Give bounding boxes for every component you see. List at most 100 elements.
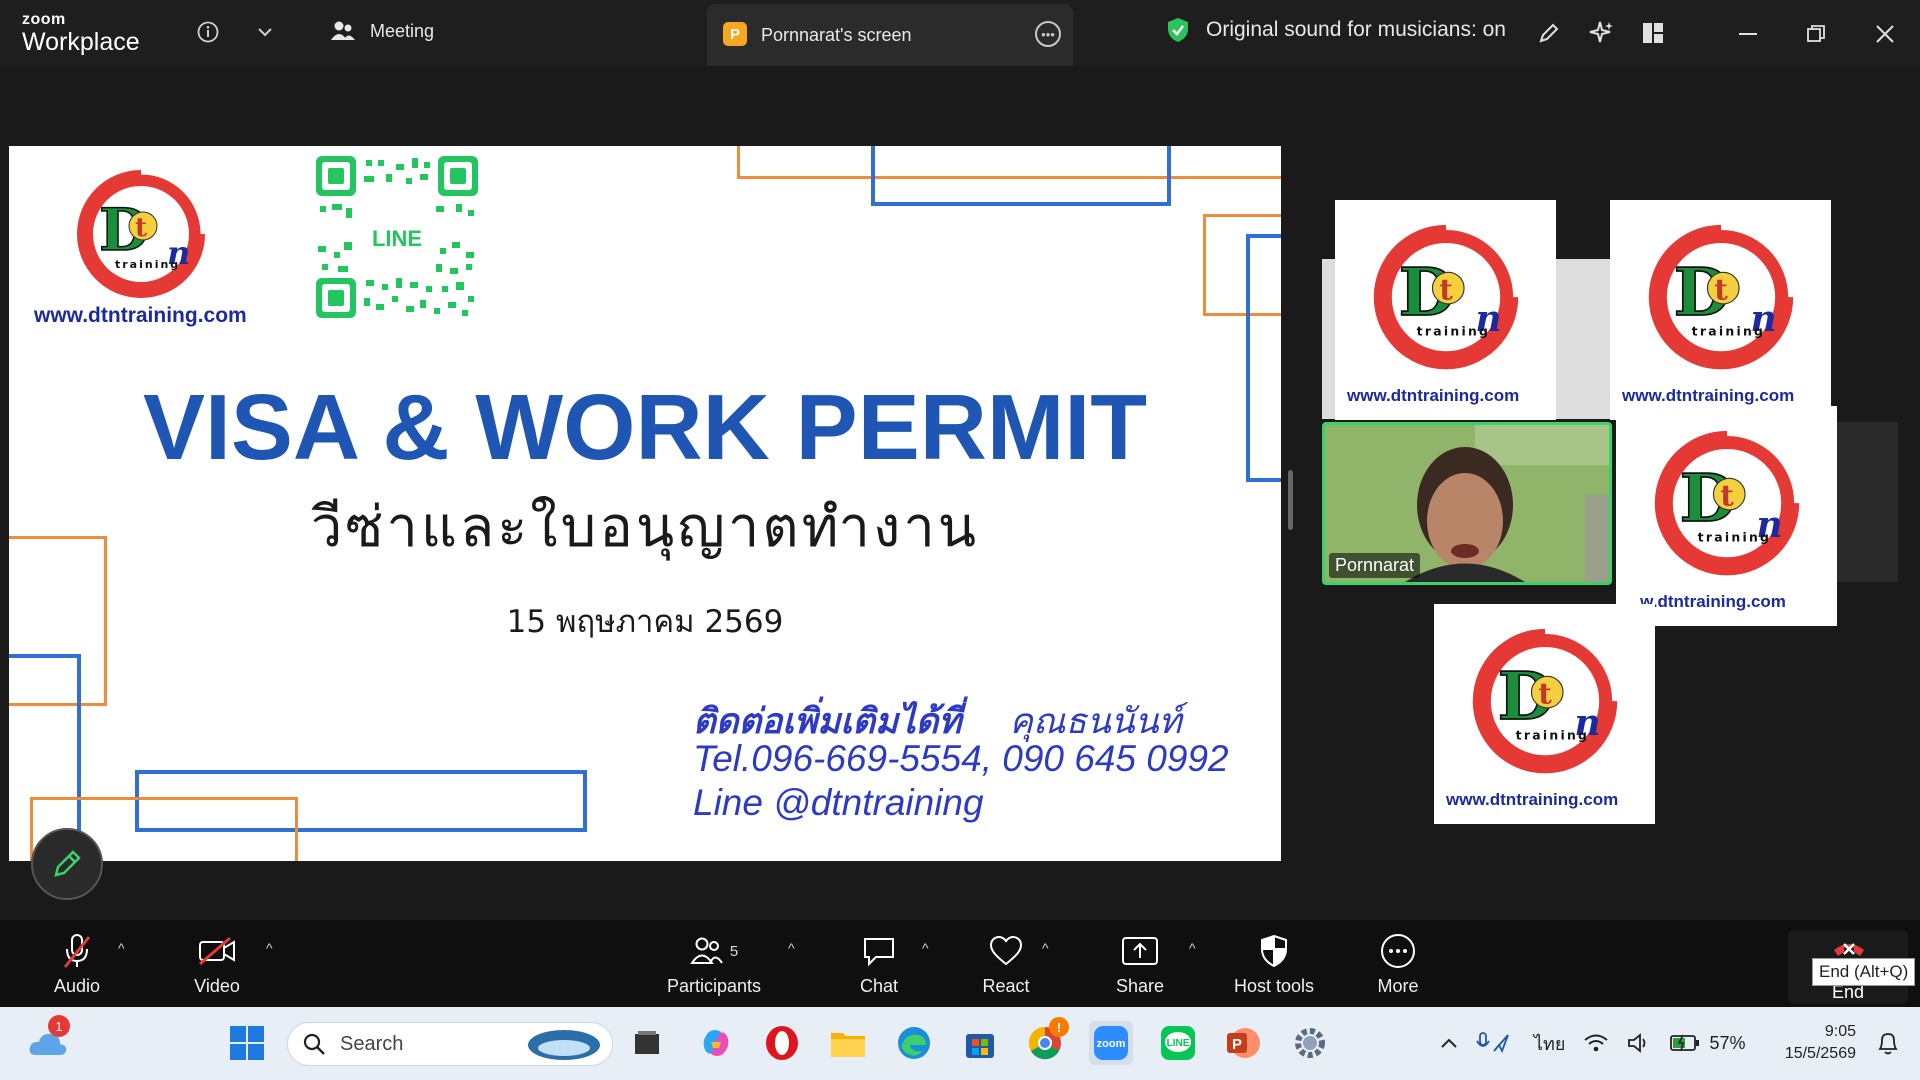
dtn-logo: D t n training	[77, 165, 210, 298]
react-label: React	[982, 976, 1030, 996]
share-options-caret-icon[interactable]: ^	[1189, 940, 1196, 956]
chevron-down-icon[interactable]	[249, 16, 281, 48]
dtn-logo: D t n training	[1648, 219, 1799, 370]
copilot-icon[interactable]	[694, 1021, 738, 1065]
annotate-button[interactable]	[31, 828, 103, 900]
zoom-taskbar-icon[interactable]: zoom	[1089, 1021, 1133, 1065]
weather-widget[interactable]: 1	[26, 1015, 70, 1065]
ai-companion-icon[interactable]	[1582, 14, 1620, 52]
people-icon	[331, 21, 355, 40]
share-label: Share	[1115, 976, 1165, 996]
svg-text:t: t	[1720, 477, 1734, 512]
close-icon[interactable]	[1868, 18, 1902, 50]
windows-taskbar: 1 Search ! zoom LINE P ไทย 57% 9:05 15/5…	[0, 1007, 1920, 1080]
notification-bell-icon[interactable]	[1866, 1021, 1910, 1065]
more-dots-icon	[1381, 934, 1415, 968]
chat-label: Chat	[859, 976, 899, 996]
participants-button[interactable]: 5 Participants	[654, 932, 774, 997]
meeting-view-button[interactable]: Meeting	[330, 20, 434, 42]
participant-tile[interactable]: D t n training ...w.dtntraining.com	[1616, 406, 1837, 626]
settings-gear-icon[interactable]	[1288, 1021, 1332, 1065]
microphone-muted-icon	[63, 934, 91, 968]
audio-label: Audio	[53, 976, 101, 996]
svg-text:t: t	[1714, 271, 1728, 306]
line-app-icon[interactable]: LINE	[1156, 1021, 1200, 1065]
meeting-info-icon[interactable]	[192, 16, 224, 48]
meeting-controls: Audio ^ Video ^ 5 Participants ^ Chat ^ …	[0, 920, 1920, 1007]
wifi-icon[interactable]	[1583, 1033, 1609, 1053]
meeting-label: Meeting	[370, 20, 435, 41]
svg-text:t: t	[1538, 675, 1552, 710]
slide-title: VISA & WORK PERMIT	[142, 375, 1148, 479]
slide-date: 15 พฤษภาคม 2569	[506, 604, 784, 640]
battery-charging-icon[interactable]	[1669, 1033, 1701, 1053]
participant-tile[interactable]: D t n training www.dtntraining.com	[1434, 604, 1655, 824]
pencil-icon	[54, 850, 81, 877]
participant-tile[interactable]: D t n training www.dtntraining.com	[1335, 200, 1556, 420]
shared-screen-label: Pornnarat's screen	[761, 25, 912, 45]
file-explorer-icon[interactable]	[826, 1021, 870, 1065]
heart-icon	[989, 935, 1023, 966]
svg-text:t: t	[135, 213, 147, 243]
svg-text:LINE: LINE	[1167, 1038, 1190, 1049]
svg-text:zoom: zoom	[1097, 1038, 1126, 1050]
end-tooltip: End (Alt+Q)	[1812, 958, 1916, 986]
chevron-up-icon[interactable]	[1440, 1037, 1458, 1049]
input-language[interactable]: ไทย	[1534, 1029, 1565, 1058]
microsoft-store-icon[interactable]	[958, 1021, 1002, 1065]
taskbar-search[interactable]: Search	[287, 1022, 613, 1066]
frame-blue-top	[871, 146, 1171, 206]
audio-options-caret-icon[interactable]: ^	[118, 940, 125, 956]
sharer-badge: P	[723, 22, 747, 46]
svg-text:training: training	[1417, 324, 1491, 339]
contact-line-id: Line @dtntraining	[693, 782, 984, 823]
share-button[interactable]: Share	[1080, 932, 1200, 997]
host-tools-button[interactable]: Host tools	[1214, 932, 1334, 997]
opera-icon[interactable]	[760, 1021, 804, 1065]
layout-view-icon[interactable]	[1634, 14, 1672, 52]
search-highlight-icon	[528, 1030, 600, 1060]
chat-icon	[864, 938, 894, 967]
video-options-caret-icon[interactable]: ^	[266, 940, 273, 956]
microphone-location-icon[interactable]	[1476, 1031, 1510, 1055]
react-options-caret-icon[interactable]: ^	[1042, 940, 1049, 956]
participants-options-caret-icon[interactable]: ^	[788, 940, 795, 956]
powerpoint-icon[interactable]: P	[1221, 1021, 1265, 1065]
system-tray: ไทย 57%	[1440, 1021, 1746, 1065]
sound-status-text: Original sound for musicians: on	[1206, 18, 1506, 41]
chrome-icon[interactable]: !	[1023, 1017, 1069, 1065]
annotate-pen-icon[interactable]	[1530, 14, 1568, 52]
edge-icon[interactable]	[892, 1021, 936, 1065]
zoom-logo: zoom Workplace	[22, 12, 140, 55]
contact-heading: ติดต่อเพิ่มเติมได้ที่	[693, 702, 962, 741]
chat-button[interactable]: Chat	[819, 932, 939, 997]
more-label: More	[1377, 976, 1419, 996]
weather-badge: 1	[48, 1015, 70, 1037]
speaker-icon[interactable]	[1627, 1032, 1651, 1054]
restore-icon[interactable]	[1799, 18, 1833, 50]
taskbar-clock[interactable]: 9:05 15/5/2569	[1768, 1021, 1856, 1065]
participants-label: Participants	[666, 976, 762, 996]
video-button[interactable]: Video	[157, 932, 277, 997]
host-tools-label: Host tools	[1233, 976, 1315, 996]
tile-url: www.dtntraining.com	[1347, 386, 1520, 405]
active-speaker-video[interactable]: Pornnarat	[1322, 422, 1612, 585]
line-qr-code: LINE	[316, 156, 478, 318]
slide-website-url: www.dtntraining.com	[34, 304, 247, 327]
windows-logo-icon	[230, 1026, 264, 1060]
video-label: Video	[194, 976, 240, 996]
original-sound-status[interactable]: Original sound for musicians: on	[1166, 17, 1506, 43]
tab-shared-screen[interactable]: P Pornnarat's screen •••	[707, 4, 1073, 66]
title-bar: zoom Workplace Meeting P Pornnarat's scr…	[0, 0, 1920, 66]
chat-options-caret-icon[interactable]: ^	[922, 940, 929, 956]
minimize-icon[interactable]	[1731, 18, 1765, 50]
svg-text:training: training	[115, 258, 180, 271]
start-button[interactable]	[225, 1021, 269, 1065]
task-view-icon[interactable]	[625, 1021, 669, 1065]
share-screen-icon	[1122, 937, 1158, 965]
participant-tile[interactable]: D t n training www.dtntraining.com	[1610, 200, 1831, 420]
more-button[interactable]: More	[1338, 932, 1458, 997]
dtn-logo: D t n training	[1472, 623, 1623, 774]
panel-resize-handle[interactable]	[1288, 470, 1293, 530]
more-options-icon[interactable]: •••	[1035, 21, 1061, 47]
